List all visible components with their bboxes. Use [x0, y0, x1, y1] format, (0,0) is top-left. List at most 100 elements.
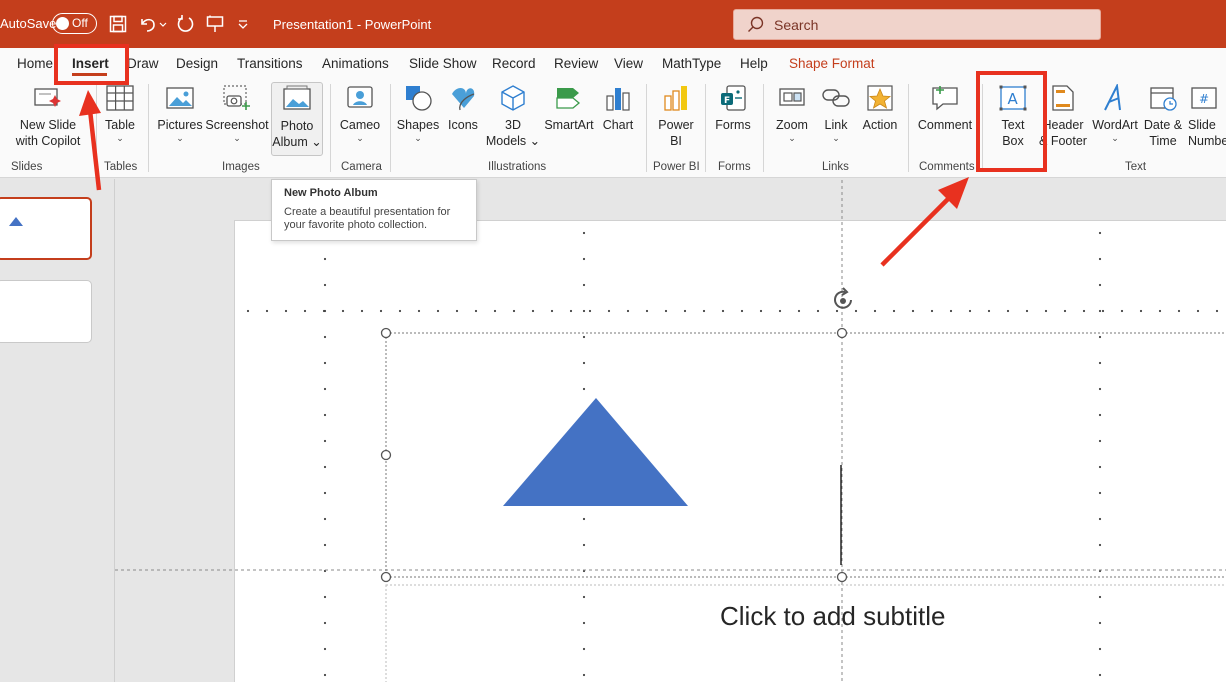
smartart-button[interactable]: SmartArt — [543, 82, 595, 160]
search-icon — [748, 16, 764, 32]
tab-record[interactable]: Record — [492, 56, 536, 71]
tab-mathtype[interactable]: MathType — [662, 56, 721, 71]
cameo-button[interactable]: Cameo ⌄ — [337, 82, 383, 160]
group-label-power-bi: Power BI — [653, 161, 700, 173]
table-button[interactable]: Table ⌄ — [100, 82, 140, 160]
tooltip-body: Create a beautiful presentation for your… — [284, 206, 451, 231]
chart-label: Chart — [602, 118, 634, 132]
document-title: Presentation1 - PowerPoint — [273, 17, 432, 32]
group-separator — [148, 84, 149, 172]
link-label: Link — [824, 118, 848, 132]
action-star-icon — [864, 82, 896, 114]
chevron-down-icon — [238, 20, 248, 29]
tab-draw[interactable]: Draw — [127, 56, 159, 71]
group-separator — [646, 84, 647, 172]
chevron-down-icon: ⌄ — [233, 133, 241, 143]
previous-button-clipped[interactable] — [0, 82, 2, 160]
3d-models-button[interactable]: 3D Models ⌄ — [486, 82, 540, 160]
tab-transitions[interactable]: Transitions — [237, 56, 303, 71]
date-time-label-line1: Date & — [1143, 118, 1183, 132]
chevron-down-icon: ⌄ — [414, 133, 422, 143]
tab-animations[interactable]: Animations — [322, 56, 389, 71]
slide-thumbnail-1[interactable] — [0, 197, 92, 260]
table-icon — [104, 82, 136, 114]
photo-album-label-line1: Photo — [280, 119, 314, 133]
wordart-button[interactable]: WordArt ⌄ — [1090, 82, 1140, 160]
shapes-icon — [402, 82, 434, 114]
tab-home[interactable]: Home — [17, 56, 53, 71]
subtitle-placeholder-text[interactable]: Click to add subtitle — [720, 601, 945, 632]
photo-album-label-text: Album — [272, 135, 308, 149]
3d-models-label-line2: Models ⌄ — [485, 134, 541, 148]
cameo-icon — [344, 82, 376, 114]
chart-button[interactable]: Chart — [598, 82, 638, 160]
chevron-down-icon: ⌄ — [356, 133, 364, 143]
new-slide-with-copilot-button[interactable]: New Slide with Copilot — [12, 82, 84, 160]
customize-qat-button[interactable] — [232, 11, 254, 37]
new-slide-label-line2: with Copilot — [15, 134, 81, 148]
comment-icon — [929, 82, 961, 114]
group-separator — [763, 84, 764, 172]
group-label-forms: Forms — [718, 161, 751, 173]
icons-label: Icons — [448, 118, 478, 132]
photo-album-button[interactable]: Photo Album ⌄ — [271, 82, 323, 156]
slide-thumbnail-pane — [0, 179, 115, 682]
tab-review[interactable]: Review — [554, 56, 598, 71]
svg-text:#: # — [1199, 92, 1209, 106]
action-button[interactable]: Action — [858, 82, 902, 160]
pictures-button[interactable]: Pictures ⌄ — [156, 82, 204, 160]
search-input[interactable]: Search — [733, 9, 1101, 40]
header-footer-label-line1: Header — [1042, 118, 1084, 132]
autosave-toggle[interactable]: Off — [52, 13, 97, 34]
power-bi-button[interactable]: Power BI — [652, 82, 700, 160]
chevron-down-icon: ⌄ — [1111, 133, 1119, 143]
screenshot-button[interactable]: Screenshot ⌄ — [205, 82, 269, 160]
thumbnail-triangle-icon — [9, 217, 23, 226]
power-bi-label-line1: Power — [658, 118, 694, 132]
cameo-label: Cameo — [339, 118, 381, 132]
presentation-icon — [206, 15, 224, 32]
svg-text:F: F — [724, 96, 730, 106]
title-bar: AutoSave Off Presentation1 - PowerPoint … — [0, 0, 1226, 48]
shapes-button[interactable]: Shapes ⌄ — [396, 82, 440, 160]
undo-button[interactable] — [136, 11, 168, 37]
group-label-tables: Tables — [104, 161, 138, 173]
power-bi-icon — [660, 82, 692, 114]
slide-number-button[interactable]: # Slide Number — [1188, 82, 1226, 160]
chevron-down-icon: ⌄ — [176, 133, 184, 143]
tab-view[interactable]: View — [614, 56, 643, 71]
icons-button[interactable]: Icons — [444, 82, 482, 160]
pictures-icon — [164, 82, 196, 114]
autosave-label: AutoSave — [0, 16, 57, 31]
forms-button[interactable]: F Forms — [710, 82, 756, 160]
group-label-comments: Comments — [919, 161, 975, 173]
present-from-beginning-button[interactable] — [203, 11, 227, 37]
power-bi-label-line2: BI — [670, 134, 682, 148]
wordart-icon — [1099, 82, 1131, 114]
group-separator — [330, 84, 331, 172]
slide-thumbnail-2[interactable] — [0, 280, 92, 343]
zoom-button[interactable]: Zoom ⌄ — [770, 82, 814, 160]
group-label-slides: Slides — [11, 161, 43, 173]
new-slide-copilot-icon — [32, 82, 64, 114]
date-time-button[interactable]: Date & Time — [1140, 82, 1186, 160]
chevron-down-icon: ⌄ — [116, 133, 124, 143]
save-button[interactable] — [106, 11, 130, 37]
tab-shape-format[interactable]: Shape Format — [789, 56, 875, 71]
redo-button[interactable] — [174, 11, 198, 37]
slide-number-label-line1: Slide — [1188, 118, 1216, 132]
table-label: Table — [105, 118, 135, 132]
link-button[interactable]: Link ⌄ — [816, 82, 856, 160]
tab-design[interactable]: Design — [176, 56, 218, 71]
slide-number-icon: # — [1188, 82, 1220, 114]
group-separator — [96, 84, 97, 172]
tab-help[interactable]: Help — [740, 56, 768, 71]
smartart-icon — [553, 82, 585, 114]
comment-button[interactable]: Comment — [914, 82, 976, 160]
forms-label: Forms — [715, 118, 751, 132]
search-placeholder: Search — [774, 17, 819, 33]
group-label-images: Images — [222, 161, 260, 173]
slide-number-label-line2: Number — [1188, 134, 1226, 148]
group-label-text: Text — [1125, 161, 1147, 173]
tab-slide-show[interactable]: Slide Show — [409, 56, 477, 71]
